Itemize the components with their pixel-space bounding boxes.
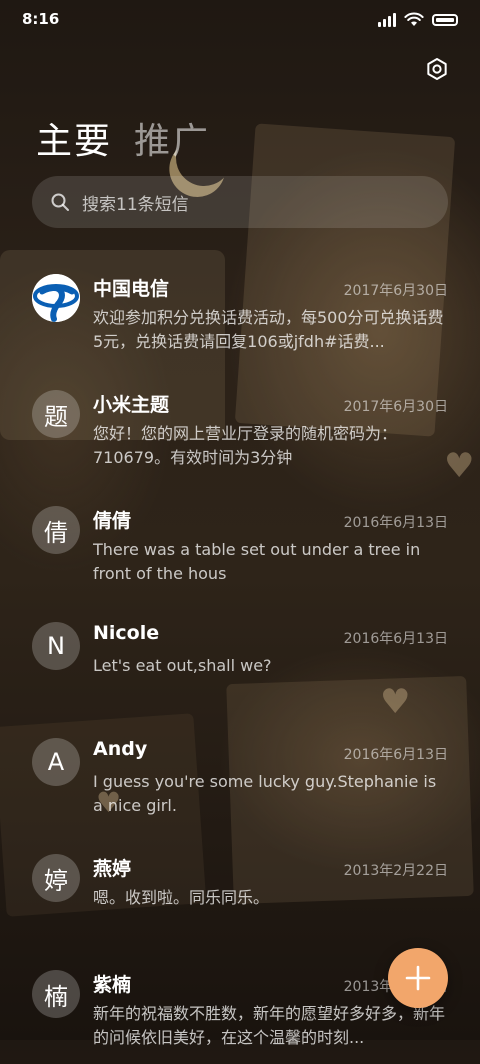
china-telecom-logo-icon bbox=[32, 274, 80, 322]
tab-bar: 主要 推广 bbox=[36, 112, 210, 164]
message-date: 2016年6月13日 bbox=[343, 515, 448, 531]
avatar: 楠 bbox=[32, 970, 80, 1018]
sender-name: Nicole bbox=[93, 622, 160, 644]
search-icon bbox=[51, 193, 69, 211]
conversation-item[interactable]: 婷 燕婷 2013年2月22日 嗯。收到啦。同乐同乐。 bbox=[0, 832, 480, 948]
status-bar: 8:16 bbox=[0, 0, 480, 40]
message-preview: There was a table set out under a tree i… bbox=[93, 540, 421, 583]
search-bar[interactable]: 搜索11条短信 bbox=[32, 176, 448, 228]
message-preview: 欢迎参加积分兑换话费活动，每500分可兑换话费5元，兑换话费请回复106或jfd… bbox=[93, 308, 444, 351]
message-preview: 您好！您的网上营业厅登录的随机密码为：710679。有效时间为3分钟 bbox=[93, 424, 398, 467]
sender-name: 紫楠 bbox=[93, 974, 132, 996]
conversation-item[interactable]: 题 小米主题 2017年6月30日 您好！您的网上营业厅登录的随机密码为：710… bbox=[0, 368, 480, 484]
conversation-list: 中国电信 2017年6月30日 欢迎参加积分兑换话费活动，每500分可兑换话费5… bbox=[0, 252, 480, 1064]
sender-name: 倩倩 bbox=[93, 510, 132, 532]
message-preview: 新年的祝福数不胜数，新年的愿望好多好多，新年的问候依旧美好，在这个温馨的时刻..… bbox=[93, 1004, 445, 1047]
message-date: 2016年6月13日 bbox=[343, 631, 448, 647]
message-preview: Let's eat out,shall we? bbox=[93, 656, 272, 675]
message-date: 2017年6月30日 bbox=[343, 283, 448, 299]
status-time: 8:16 bbox=[22, 10, 60, 28]
message-date: 2013年2月22日 bbox=[343, 863, 448, 879]
message-date: 2017年6月30日 bbox=[343, 399, 448, 415]
sender-name: 小米主题 bbox=[93, 394, 170, 416]
message-date: 2016年6月13日 bbox=[343, 747, 448, 763]
avatar: 婷 bbox=[32, 854, 80, 902]
status-icons bbox=[378, 12, 458, 27]
message-preview: I guess you're some lucky guy.Stephanie … bbox=[93, 772, 437, 815]
sender-name: 中国电信 bbox=[93, 278, 170, 300]
gear-icon bbox=[427, 58, 447, 80]
avatar: N bbox=[32, 622, 80, 670]
plus-icon bbox=[405, 965, 431, 991]
conversation-item[interactable]: 倩 倩倩 2016年6月13日 There was a table set ou… bbox=[0, 484, 480, 600]
tab-main[interactable]: 主要 bbox=[36, 112, 112, 164]
search-placeholder: 搜索11条短信 bbox=[82, 194, 189, 215]
avatar: 题 bbox=[32, 390, 80, 438]
tab-promotion[interactable]: 推广 bbox=[134, 112, 210, 164]
avatar: A bbox=[32, 738, 80, 786]
signal-icon bbox=[378, 12, 396, 27]
avatar bbox=[32, 274, 80, 322]
conversation-item[interactable]: N Nicole 2016年6月13日 Let's eat out,shall … bbox=[0, 600, 480, 716]
sender-name: 燕婷 bbox=[93, 858, 132, 880]
message-preview: 嗯。收到啦。同乐同乐。 bbox=[93, 888, 270, 907]
conversation-item[interactable]: A Andy 2016年6月13日 I guess you're some lu… bbox=[0, 716, 480, 832]
avatar: 倩 bbox=[32, 506, 80, 554]
conversation-item[interactable]: 中国电信 2017年6月30日 欢迎参加积分兑换话费活动，每500分可兑换话费5… bbox=[0, 252, 480, 368]
battery-icon bbox=[432, 13, 458, 26]
sender-name: Andy bbox=[93, 738, 148, 760]
settings-button[interactable] bbox=[422, 54, 452, 84]
compose-message-button[interactable] bbox=[388, 948, 448, 1008]
wifi-icon bbox=[404, 12, 424, 26]
